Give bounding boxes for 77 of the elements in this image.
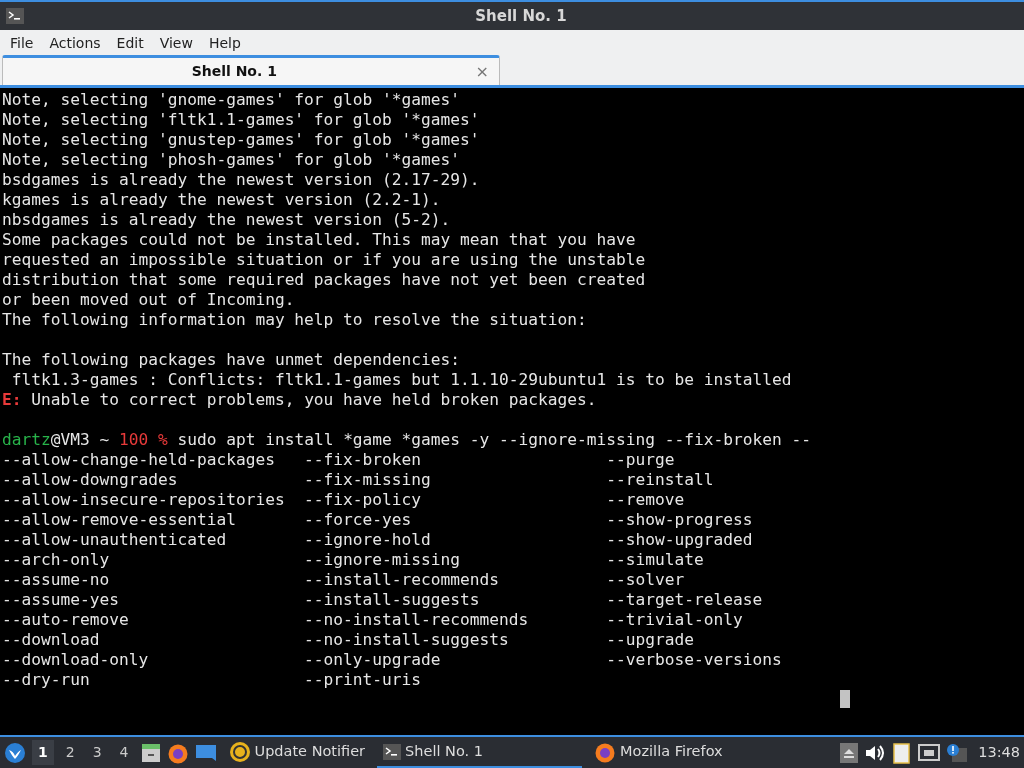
output-line: requested an impossible situation or if you are using the unstable: [2, 250, 646, 269]
menu-item[interactable]: Actions: [41, 32, 109, 54]
completion-option: --allow-unauthenticated: [2, 530, 227, 549]
window-icon[interactable]: [194, 742, 217, 763]
menu-item[interactable]: Help: [200, 32, 249, 54]
file-cabinet-icon[interactable]: [140, 742, 161, 763]
workspace-button[interactable]: 2: [59, 740, 81, 765]
notification-icon[interactable]: [946, 742, 969, 763]
completion-option: --only-upgrade: [304, 650, 441, 669]
completion-option: --install-suggests: [304, 590, 480, 609]
workspace-button[interactable]: 4: [113, 740, 135, 765]
error-line: E: Unable to correct problems, you have held broken packages.: [2, 390, 597, 409]
text-cursor: [840, 690, 851, 708]
workspace-button[interactable]: 1: [32, 740, 54, 765]
window-title: Shell No. 1: [474, 5, 568, 27]
completion-option: --fix-broken: [304, 450, 422, 469]
output-line: Some packages could not be installed. This may mean that you have: [2, 230, 636, 249]
completion-option: --fix-missing: [304, 470, 431, 489]
completion-option: --verbose-versions: [606, 650, 782, 669]
completion-option: --allow-insecure-repositories: [2, 490, 285, 509]
output-line: bsdgames is already the newest version (2.17-29).: [2, 170, 480, 189]
completion-option: --trivial-only: [606, 610, 743, 629]
terminal-icon: [383, 743, 402, 760]
close-button[interactable]: ×: [465, 59, 499, 84]
completion-option: --ignore-missing: [304, 550, 461, 569]
output-line: The following packages have unmet dependencies:: [2, 350, 461, 369]
output-line: kgames is already the newest version (2.2-1).: [2, 190, 441, 209]
output-line: The following information may help to resolve the situation:: [2, 310, 587, 329]
completion-option: --ignore-hold: [304, 530, 431, 549]
completion-option: --assume-yes: [2, 590, 119, 609]
clock[interactable]: 13:48: [978, 741, 1020, 764]
completion-option: --fix-policy: [304, 490, 422, 509]
completion-option: --remove: [606, 490, 685, 509]
completion-option: --allow-change-held-packages: [2, 450, 275, 469]
output-line: fltk1.3-games : Conflicts: fltk1.1-games but 1.1.10-29ubuntu1 is to be installed: [10, 370, 792, 389]
completion-option: --allow-downgrades: [2, 470, 178, 489]
taskbar-task[interactable]: Update Notifier: [222, 737, 372, 768]
completion-option: --solver: [606, 570, 685, 589]
output-line: Note, selecting 'phosh-games' for glob '*games': [2, 150, 461, 169]
output-line: Note, selecting 'gnustep-games' for glob '*games': [2, 130, 480, 149]
taskbar-task[interactable]: Mozilla Firefox: [588, 737, 729, 768]
taskbar-task[interactable]: Shell No. 1: [377, 737, 583, 768]
completion-option: --download: [2, 630, 100, 649]
completion-option: --show-upgraded: [606, 530, 753, 549]
completion-option: --dry-run: [2, 670, 90, 689]
completion-option: --purge: [606, 450, 675, 469]
eject-icon[interactable]: [840, 742, 859, 763]
completion-option: --auto-remove: [2, 610, 129, 629]
menu-item[interactable]: Edit: [108, 32, 152, 54]
completion-option: --install-recommends: [304, 570, 500, 589]
output-line: or been moved out of Incoming.: [2, 290, 295, 309]
output-line: Note, selecting 'gnome-games' for glob '*games': [2, 90, 461, 109]
terminal-tab[interactable]: Shell No. 1 ×: [2, 55, 500, 85]
completion-option: --reinstall: [606, 470, 714, 489]
terminal-icon: [6, 8, 24, 24]
completion-option: --simulate: [606, 550, 704, 569]
completion-option: --target-release: [606, 590, 763, 609]
completion-option: --force-yes: [304, 510, 412, 529]
completion-option: --no-install-suggests: [304, 630, 509, 649]
completion-option: --allow-remove-essential: [2, 510, 236, 529]
output-line: nbsdgames is already the newest version (5-2).: [2, 210, 451, 229]
workspace-button[interactable]: 3: [86, 740, 108, 765]
menu-item[interactable]: View: [151, 32, 201, 54]
menu-item[interactable]: File: [2, 32, 42, 54]
output-line: Note, selecting 'fltk1.1-games' for glob '*games': [2, 110, 480, 129]
network-icon[interactable]: [918, 742, 941, 763]
completion-option: --no-install-recommends: [304, 610, 529, 629]
completion-option: --print-uris: [304, 670, 422, 689]
completion-option: --download-only: [2, 650, 149, 669]
sync-icon: [228, 740, 251, 763]
output-line: distribution that some required packages have not yet been created: [2, 270, 646, 289]
completion-option: --assume-no: [2, 570, 110, 589]
clipboard-icon[interactable]: [892, 741, 913, 764]
completion-option: --upgrade: [606, 630, 694, 649]
completion-option: --arch-only: [2, 550, 110, 569]
prompt-line: dartz@VM3 ~ 100 % sudo apt install *game *games -y --ignore-missing --fix-broken --: [2, 430, 811, 449]
completion-option: --show-progress: [606, 510, 753, 529]
